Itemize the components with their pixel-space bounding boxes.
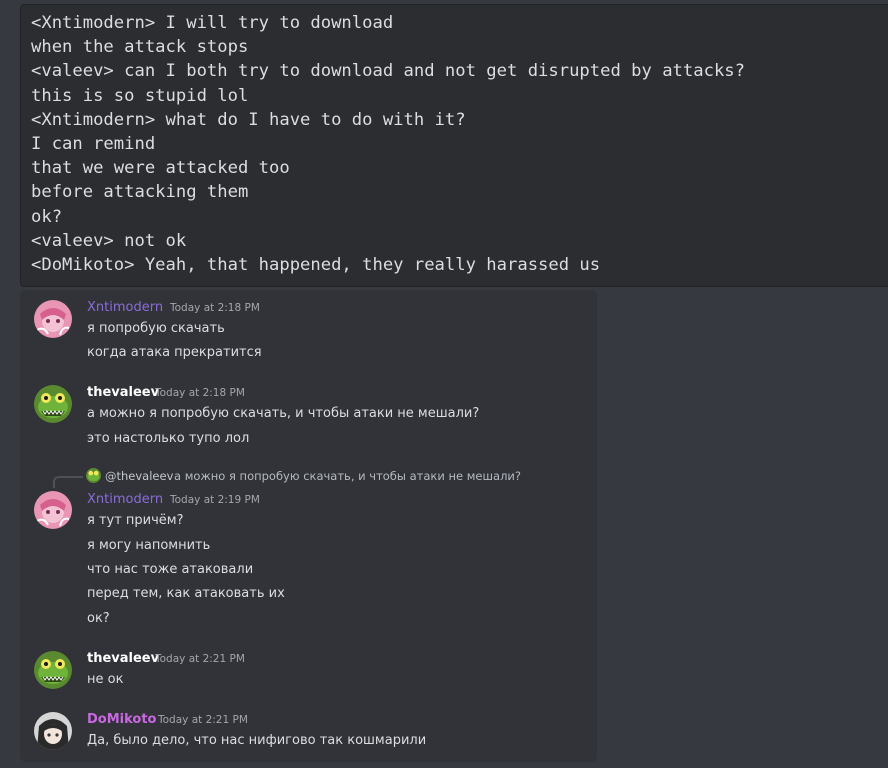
code-line: <Xntimodern> I will try to download (31, 13, 394, 33)
pink-anime-avatar-icon[interactable] (34, 491, 72, 529)
code-line: before attacking them (31, 182, 249, 203)
message-text: что нас тоже атаковали (87, 562, 254, 577)
username[interactable]: Xntimodern (87, 300, 163, 315)
username[interactable]: DoMikoto (87, 712, 157, 727)
message-text: а можно я попробую скачать, и чтобы атак… (87, 406, 480, 421)
username[interactable]: Xntimodern (87, 492, 163, 507)
username[interactable]: thevaleev (87, 651, 159, 666)
code-line: <valeev> not ok (31, 230, 187, 251)
code-line: this is so stupid lol (31, 85, 249, 106)
reply-preview-text[interactable]: а можно я попробую скачать, и чтобы атак… (174, 469, 521, 483)
code-line: that we were attacked too (31, 158, 290, 179)
message-text: я тут причём? (87, 513, 184, 528)
green-crocodile-avatar-icon[interactable] (34, 651, 72, 689)
message-text: я могу напомнить (87, 538, 211, 553)
message-text: когда атака прекратится (87, 345, 262, 360)
code-line: when the attack stops (31, 37, 249, 58)
reply-username[interactable]: @thevaleev (105, 469, 173, 483)
anime-girl-avatar-icon[interactable] (34, 712, 72, 750)
timestamp: Today at 2:19 PM (170, 494, 260, 506)
green-crocodile-avatar-icon[interactable] (86, 468, 101, 483)
timestamp: Today at 2:21 PM (155, 653, 245, 665)
timestamp: Today at 2:18 PM (170, 302, 260, 314)
message-text: ок? (87, 611, 110, 626)
message-text: это настолько тупо лол (87, 431, 250, 446)
code-line: <DoMikoto> Yeah, that happened, they rea… (31, 255, 601, 276)
message-text: перед тем, как атаковать их (87, 586, 285, 601)
green-crocodile-avatar-icon[interactable] (34, 385, 72, 423)
message-text: не ок (87, 672, 124, 687)
message-text: я попробую скачать (87, 321, 225, 336)
message-text: Да, было дело, что нас нифигово так кошм… (87, 733, 427, 748)
code-block: <Xntimodern> I will try to download when… (20, 4, 888, 287)
pink-anime-avatar-icon[interactable] (34, 300, 72, 338)
reply-connector (53, 476, 83, 488)
chat-panel: Xntimodern Today at 2:18 PM я попробую с… (20, 290, 597, 762)
timestamp: Today at 2:21 PM (158, 714, 248, 726)
username[interactable]: thevaleev (87, 385, 159, 400)
code-line: I can remind (31, 134, 156, 155)
code-line: ok? (31, 206, 63, 227)
code-line: <valeev> can I both try to download and … (31, 61, 745, 82)
timestamp: Today at 2:18 PM (155, 387, 245, 399)
code-line: <Xntimodern> what do I have to do with i… (31, 109, 466, 130)
